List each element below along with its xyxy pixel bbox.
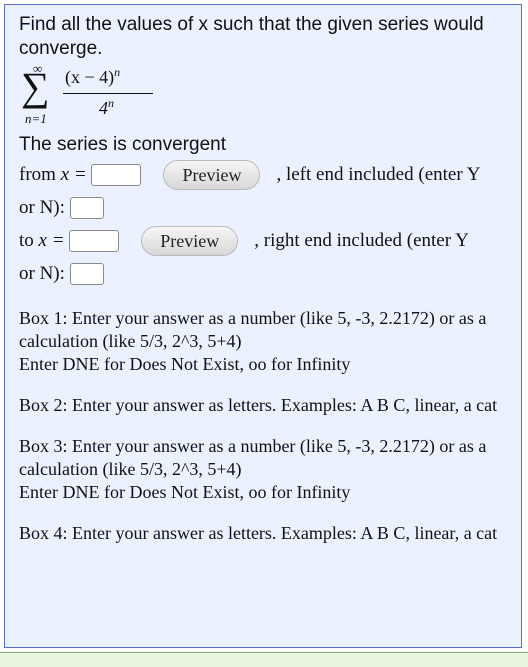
right-end-text: , right end included (enter Y bbox=[254, 230, 469, 251]
denominator-base: 4 bbox=[99, 98, 108, 118]
hint-box4: Box 4: Enter your answer as letters. Exa… bbox=[19, 522, 515, 545]
convergent-label: The series is convergent bbox=[19, 134, 226, 155]
numerator-base: (x − 4) bbox=[65, 67, 115, 87]
hint-box1-line1: Box 1: Enter your answer as a number (li… bbox=[19, 308, 487, 351]
hint-box3: Box 3: Enter your answer as a number (li… bbox=[19, 435, 515, 504]
hint-box2: Box 2: Enter your answer as letters. Exa… bbox=[19, 394, 515, 417]
preview-button-to[interactable]: Preview bbox=[141, 226, 239, 256]
x-equals-label: x = bbox=[60, 164, 87, 185]
hint-box1-line2: Enter DNE for Does Not Exist, oo for Inf… bbox=[19, 354, 351, 374]
to-label: to bbox=[19, 230, 34, 251]
to-x-input[interactable] bbox=[69, 230, 120, 252]
from-x-input[interactable] bbox=[91, 164, 142, 186]
x-equals-label-to: x = bbox=[38, 230, 65, 251]
hint-box3-line1: Box 3: Enter your answer as a number (li… bbox=[19, 436, 487, 479]
problem-panel: Find all the values of x such that the g… bbox=[4, 4, 522, 648]
from-row: from x = Preview , left end included (en… bbox=[19, 157, 515, 193]
denominator-exponent: n bbox=[108, 96, 114, 110]
question-prompt: Find all the values of x such that the g… bbox=[19, 14, 484, 59]
hint-box1: Box 1: Enter your answer as a number (li… bbox=[19, 307, 515, 376]
series-numerator: (x − 4)n bbox=[65, 65, 120, 88]
answer-feedback-strip bbox=[0, 652, 528, 667]
fraction-bar bbox=[63, 93, 153, 94]
sigma-symbol: ∑ bbox=[21, 64, 50, 109]
from-label: from bbox=[19, 164, 56, 185]
series-lower-limit: n=1 bbox=[25, 111, 47, 126]
preview-button-from[interactable]: Preview bbox=[163, 160, 261, 190]
hint-box4-line1: Box 4: Enter your answer as letters. Exa… bbox=[19, 523, 498, 543]
series-denominator: 4n bbox=[99, 96, 114, 119]
to-row: to x = Preview , right end included (ent… bbox=[19, 223, 515, 259]
right-end-row: or N): bbox=[19, 259, 515, 289]
problem-content: Find all the values of x such that the g… bbox=[19, 13, 515, 545]
numerator-exponent: n bbox=[114, 65, 121, 79]
left-end-text: , left end included (enter Y bbox=[276, 164, 481, 185]
left-end-row: or N): bbox=[19, 193, 515, 223]
hint-box2-line1: Box 2: Enter your answer as letters. Exa… bbox=[19, 395, 498, 415]
right-end-included-input[interactable] bbox=[69, 263, 104, 285]
or-n-label-right: or N): bbox=[19, 263, 65, 284]
series-expression: ∞ ∑ n=1 (x − 4)n 4n bbox=[19, 61, 515, 133]
left-end-included-input[interactable] bbox=[69, 197, 104, 219]
hint-box3-line2: Enter DNE for Does Not Exist, oo for Inf… bbox=[19, 482, 351, 502]
or-n-label-left: or N): bbox=[19, 197, 65, 218]
